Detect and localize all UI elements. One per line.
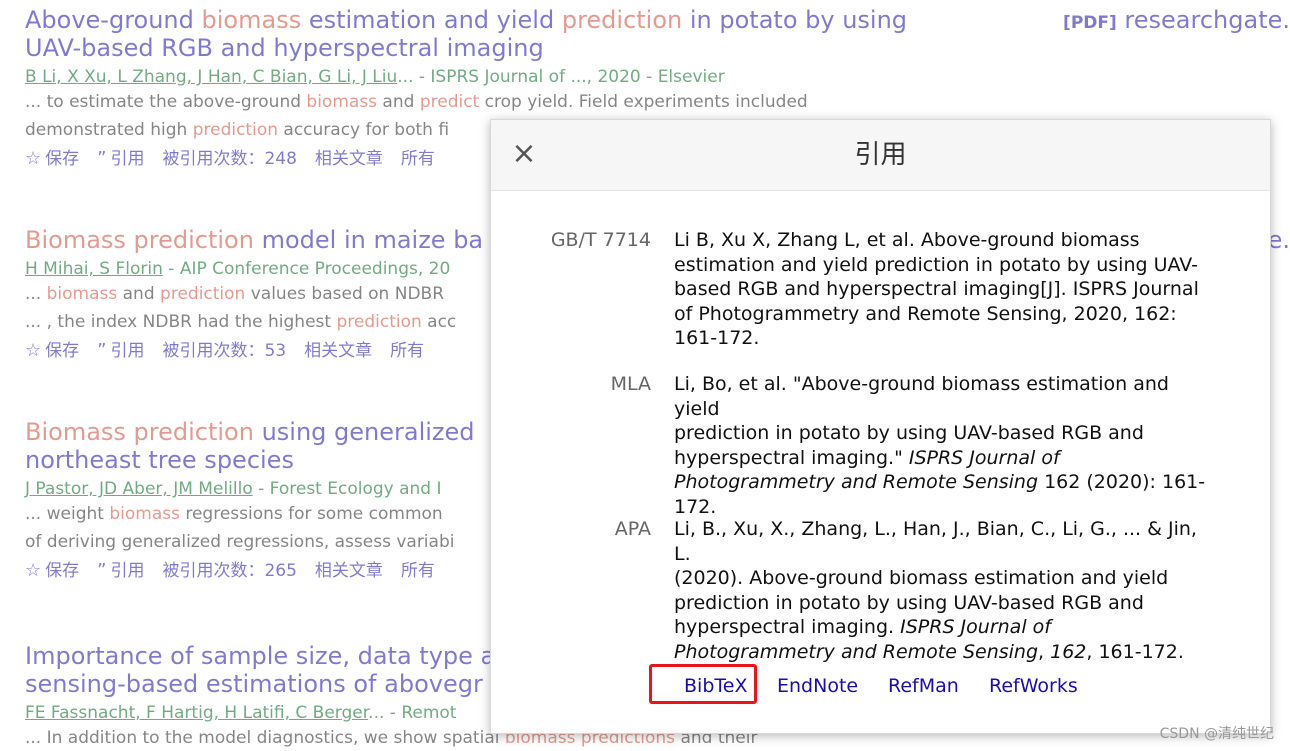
dialog-title: 引用: [854, 140, 907, 170]
endnote-link[interactable]: EndNote: [777, 674, 858, 698]
cited-by-link[interactable]: 被引用次数：265: [162, 560, 296, 582]
result-title-line2[interactable]: UAV-based RGB and hyperspectral imaging: [25, 34, 1290, 62]
save-button[interactable]: ☆ 保存: [25, 340, 79, 362]
citation-text[interactable]: Li, Bo, et al. "Above-ground biomass est…: [674, 372, 1219, 519]
citation-text[interactable]: Li B, Xu X, Zhang L, et al. Above-ground…: [674, 228, 1219, 351]
citation-label: MLA: [610, 373, 651, 395]
star-icon: ☆: [25, 148, 42, 169]
citation-label: APA: [614, 518, 651, 540]
result-authors: B Li, X Xu, L Zhang, J Han, C Bian, G Li…: [25, 67, 725, 87]
cite-button[interactable]: ” 引用: [97, 560, 144, 582]
bibtex-link[interactable]: BibTeX: [684, 674, 747, 698]
cite-button[interactable]: ” 引用: [97, 148, 144, 170]
save-button[interactable]: ☆ 保存: [25, 560, 79, 582]
related-articles-link[interactable]: 相关文章: [315, 148, 383, 170]
citation-label: GB/T 7714: [550, 229, 651, 251]
pdf-tag: [PDF]: [1063, 13, 1117, 33]
related-articles-link[interactable]: 相关文章: [315, 560, 383, 582]
refman-link[interactable]: RefMan: [888, 674, 959, 698]
quote-icon: ”: [97, 560, 107, 581]
save-button[interactable]: ☆ 保存: [25, 148, 79, 170]
star-icon: ☆: [25, 340, 42, 361]
export-links: BibTeX EndNote RefMan RefWorks: [491, 664, 1272, 704]
star-icon: ☆: [25, 560, 42, 581]
cite-dialog: × 引用 GB/T 7714 Li B, Xu X, Zhang L, et a…: [490, 119, 1271, 734]
cited-by-link[interactable]: 被引用次数：248: [162, 148, 296, 170]
cite-button[interactable]: ” 引用: [97, 340, 144, 362]
cited-by-link[interactable]: 被引用次数：53: [162, 340, 286, 362]
pdf-link[interactable]: [PDF] researchgate.: [1063, 6, 1290, 37]
quote-icon: ”: [97, 148, 107, 169]
citation-text[interactable]: Li, B., Xu, X., Zhang, L., Han, J., Bian…: [674, 517, 1219, 664]
quote-icon: ”: [97, 340, 107, 361]
watermark: CSDN @清纯世纪: [1159, 726, 1274, 742]
all-versions-link[interactable]: 所有: [401, 148, 435, 170]
refworks-link[interactable]: RefWorks: [989, 674, 1078, 698]
related-articles-link[interactable]: 相关文章: [304, 340, 372, 362]
all-versions-link[interactable]: 所有: [401, 560, 435, 582]
all-versions-link[interactable]: 所有: [390, 340, 424, 362]
result-snippet: ... to estimate the above-ground biomass…: [25, 92, 808, 112]
dialog-header: × 引用: [491, 120, 1270, 191]
